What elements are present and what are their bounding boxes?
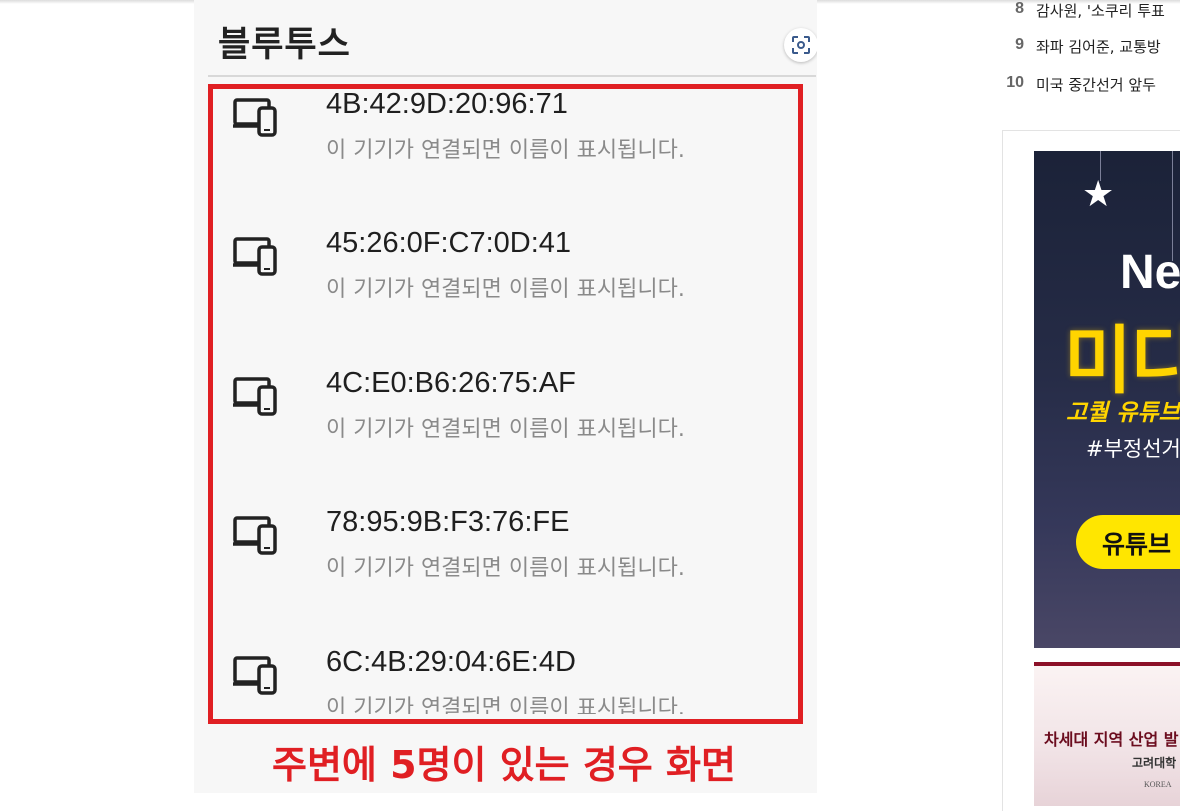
ranking-item[interactable]: 8 감사원, '소쿠리 투표 [1000,0,1180,24]
ranking-headline[interactable]: 좌파 김어준, 교통방 [1036,36,1161,57]
header-divider [208,75,816,77]
image-caption: 주변에 5명이 있는 경우 화면 [272,743,736,787]
ad2-headline: 차세대 지역 산업 발 [1044,730,1179,749]
ad-banner-youtube[interactable]: ★ Ne 미디 고퀄 유튜브 #부정선거 유튜브 [1034,151,1180,648]
ranking-headline[interactable]: 감사원, '소쿠리 투표 [1036,0,1165,21]
ad-youtube-button[interactable]: 유튜브 [1076,515,1180,569]
ad-big-text: Ne [1120,246,1180,299]
star-icon: ★ [1082,174,1115,215]
red-highlight-box [208,84,803,724]
page-title: 블루투스 [218,25,351,65]
ranking-item[interactable]: 10 미국 중간선거 앞두 [1000,74,1180,98]
ranking-number: 10 [1006,74,1024,91]
ad-hashtag: #부정선거 [1086,437,1180,461]
ranking-item[interactable]: 9 좌파 김어준, 교통방 [1000,36,1180,60]
scan-button[interactable] [784,28,817,62]
bluetooth-screenshot: 블루투스 4B:42:9D:20:96:71 이 기기가 연결되면 이름이 표시… [194,0,817,793]
ranking-number: 8 [1015,0,1024,17]
bluetooth-header: 블루투스 [208,14,817,65]
ad-button-label: 유튜브 [1102,530,1172,559]
ad-headline: 미디 [1064,318,1180,404]
ranking-headline[interactable]: 미국 중간선거 앞두 [1036,74,1156,95]
ad2-university: 고려대학 [1132,756,1177,770]
ad2-english: KOREA [1144,780,1172,789]
ad-banner-university[interactable]: 차세대 지역 산업 발 고려대학 KOREA [1034,662,1180,806]
ranking-number: 9 [1015,36,1024,53]
scan-icon [792,36,810,54]
ad-subtitle: 고퀄 유튜브 [1066,400,1180,426]
